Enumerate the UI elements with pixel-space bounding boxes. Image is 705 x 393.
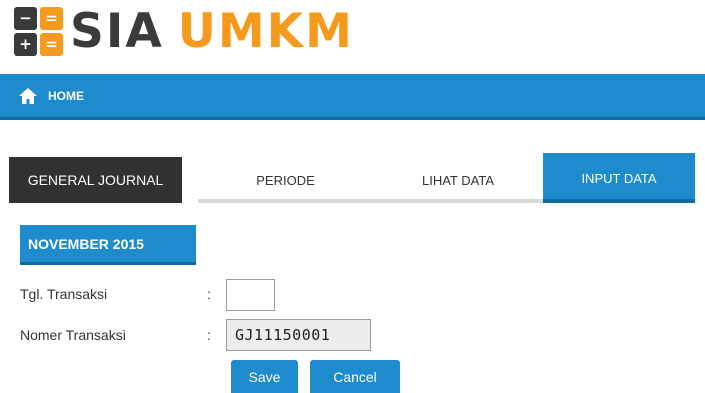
tab-strip: PERIODE LIHAT DATA INPUT DATA [198,153,695,203]
app-title-umkm: UMKM [177,4,354,59]
colon-separator: : [207,286,211,302]
nomer-transaksi-input[interactable] [226,319,371,351]
tgl-transaksi-label: Tgl. Transaksi [20,286,108,302]
tgl-transaksi-input[interactable] [226,279,275,311]
nav-home-label: HOME [48,88,84,103]
tab-input-data[interactable]: INPUT DATA [543,153,695,203]
nomer-transaksi-label: Nomer Transaksi [20,327,126,343]
colon-separator: : [207,327,211,343]
app-logo: − = + = SIA UMKM [14,4,354,60]
main-navbar: HOME [0,74,705,120]
home-icon [19,87,37,104]
tab-lihat-data[interactable]: LIHAT DATA [373,157,543,203]
app-title: SIA UMKM [70,6,354,58]
cancel-button[interactable]: Cancel [310,360,400,393]
app-title-sia: SIA [70,4,164,59]
period-header: NOVEMBER 2015 [20,225,196,265]
save-button[interactable]: Save [231,360,298,393]
journal-tabs: GENERAL JOURNAL PERIODE LIHAT DATA INPUT… [9,153,695,203]
module-title: GENERAL JOURNAL [9,157,182,203]
calculator-icon: − = + = [14,7,64,57]
nav-home-link[interactable]: HOME [18,86,84,106]
tab-periode[interactable]: PERIODE [198,157,373,203]
